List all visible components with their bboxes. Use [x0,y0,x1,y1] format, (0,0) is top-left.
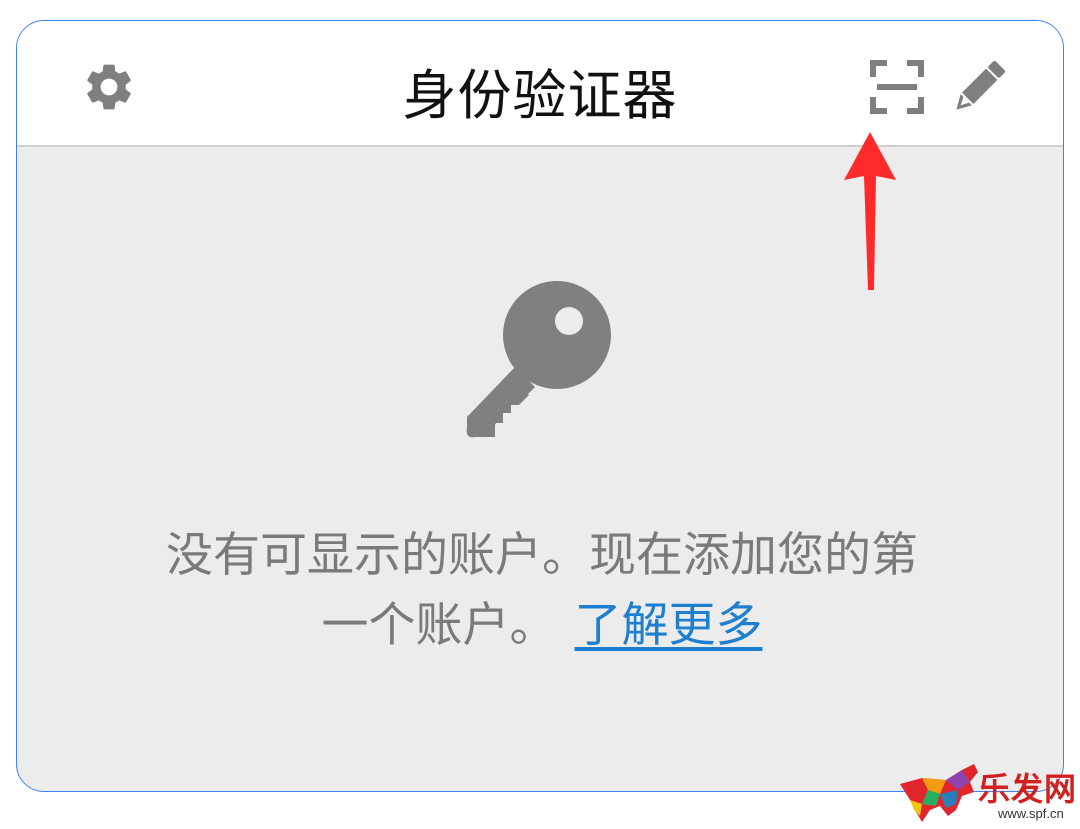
watermark-name: 乐发网 [978,770,1078,808]
app-header: 身份验证器 [17,21,1063,147]
edit-button[interactable] [947,55,1011,119]
watermark-url: www.spf.cn [998,806,1064,821]
qr-scan-icon [870,60,924,114]
empty-message-line-1: 没有可显示的账户。现在添加您的第 [166,528,918,583]
empty-message-line-2-wrap: 一个账户。 了解更多 [77,591,1007,661]
empty-message-line-2: 一个账户。 [321,598,557,653]
key-icon [466,281,611,438]
authenticator-panel: 身份验证器 没有可显示的账户。现在添加您的第 一个账户。 了解更多 [16,20,1064,792]
scan-qr-button[interactable] [867,57,927,117]
empty-state-message: 没有可显示的账户。现在添加您的第 一个账户。 了解更多 [77,521,1007,661]
red-arrow-icon [844,132,896,290]
pencil-icon [956,60,1006,110]
learn-more-link[interactable]: 了解更多 [575,598,763,653]
